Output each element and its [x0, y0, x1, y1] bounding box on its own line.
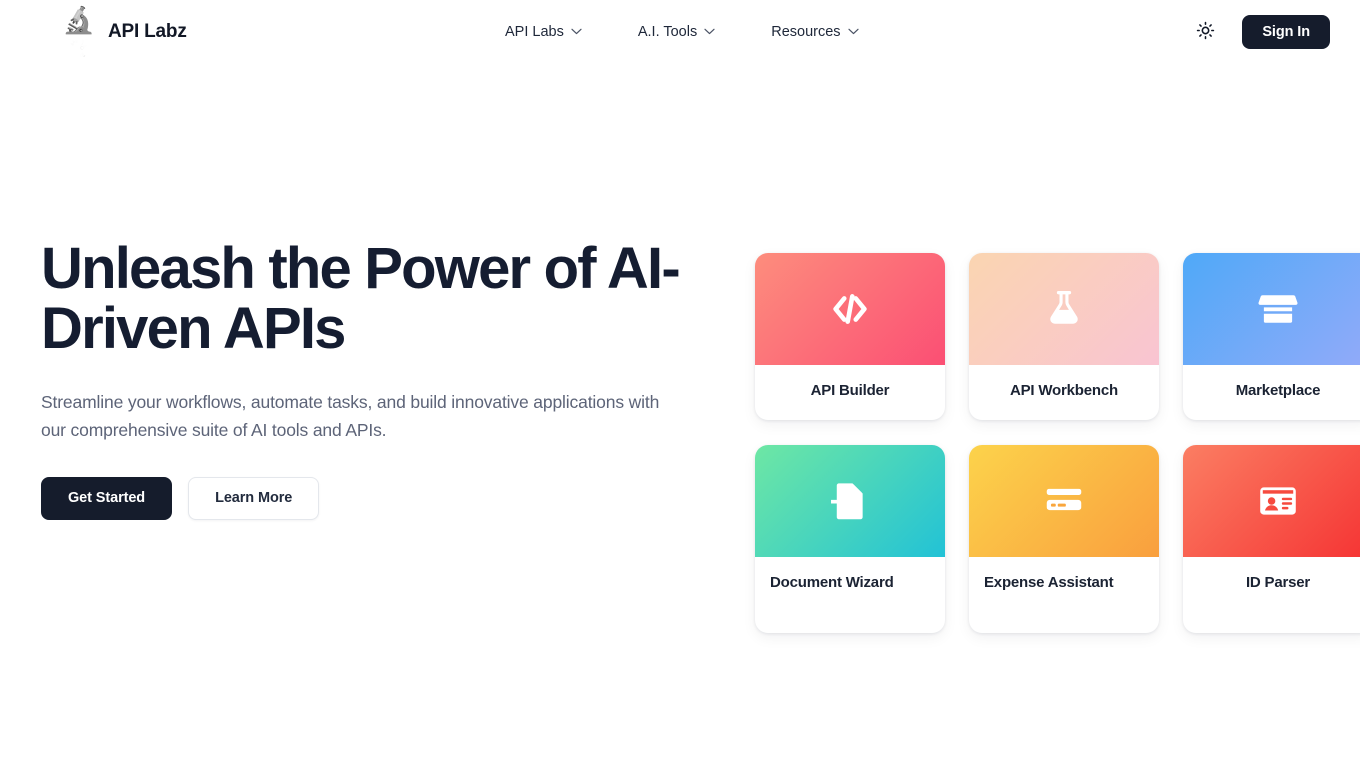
- brand-name: API Labz: [108, 20, 187, 42]
- sign-in-button[interactable]: Sign In: [1242, 14, 1330, 49]
- document-import-icon: [827, 478, 873, 524]
- card-label: Expense Assistant: [984, 573, 1114, 591]
- hero-section: Unleash the Power of AI-Driven APIs Stre…: [41, 63, 701, 520]
- header-actions: Sign In: [1190, 14, 1330, 49]
- main-navigation: API Labs A.I. Tools Resources: [505, 24, 859, 40]
- chevron-down-icon: [571, 28, 582, 35]
- nav-item-api-labs[interactable]: API Labs: [505, 24, 582, 40]
- code-brackets-icon: [827, 286, 873, 332]
- get-started-button[interactable]: Get Started: [41, 477, 173, 520]
- learn-more-button[interactable]: Learn More: [188, 477, 320, 520]
- microscope-glyph-reflection: 🔬: [62, 28, 96, 59]
- card-document-wizard[interactable]: Document Wizard: [755, 444, 945, 633]
- theme-toggle-button[interactable]: [1190, 17, 1220, 47]
- card-api-workbench[interactable]: API Workbench: [969, 253, 1159, 420]
- nav-item-label: Resources: [771, 23, 841, 40]
- card-label: Document Wizard: [770, 573, 894, 591]
- main-content: Unleash the Power of AI-Driven APIs Stre…: [0, 63, 1360, 764]
- card-api-builder[interactable]: API Builder: [755, 253, 945, 420]
- card-label: API Builder: [810, 382, 890, 399]
- microscope-glyph: 🔬: [62, 4, 96, 35]
- hero-actions: Get Started Learn More: [41, 477, 701, 520]
- credit-card-icon: [1042, 479, 1086, 523]
- id-card-icon: [1256, 479, 1300, 523]
- flask-icon: [1042, 287, 1086, 331]
- storefront-icon: [1256, 287, 1300, 331]
- chevron-down-icon: [847, 28, 859, 35]
- card-expense-assistant[interactable]: Expense Assistant: [969, 444, 1159, 633]
- card-id-parser[interactable]: ID Parser: [1183, 444, 1360, 633]
- card-artwork: [755, 253, 945, 365]
- nav-item-label: A.I. Tools: [637, 23, 698, 40]
- card-artwork: [969, 444, 1159, 557]
- card-artwork: [1183, 253, 1360, 365]
- site-header: 🔬 🔬 API Labz API Labs A.I. Tools Resourc…: [0, 0, 1360, 63]
- card-label: ID Parser: [1245, 573, 1311, 591]
- hero-subtitle: Streamline your workflows, automate task…: [41, 391, 660, 441]
- nav-item-resources[interactable]: Resources: [771, 23, 859, 40]
- card-label: Marketplace: [1235, 382, 1321, 399]
- card-artwork: [969, 253, 1159, 365]
- card-artwork: [755, 444, 945, 557]
- card-artwork: [1183, 444, 1360, 557]
- nav-item-label: API Labs: [505, 23, 564, 40]
- card-marketplace[interactable]: Marketplace: [1183, 253, 1360, 420]
- sun-icon: [1196, 21, 1215, 43]
- brand-logo-link[interactable]: 🔬 🔬 API Labz: [62, 4, 187, 59]
- card-label: API Workbench: [1010, 382, 1118, 399]
- microscope-icon: 🔬 🔬: [62, 4, 96, 59]
- nav-item-ai-tools[interactable]: A.I. Tools: [638, 24, 715, 40]
- page-title: Unleash the Power of AI-Driven APIs: [41, 236, 681, 362]
- product-card-grid: API Builder API Workbench Marketplace Do…: [755, 253, 1360, 633]
- chevron-down-icon: [704, 28, 715, 35]
